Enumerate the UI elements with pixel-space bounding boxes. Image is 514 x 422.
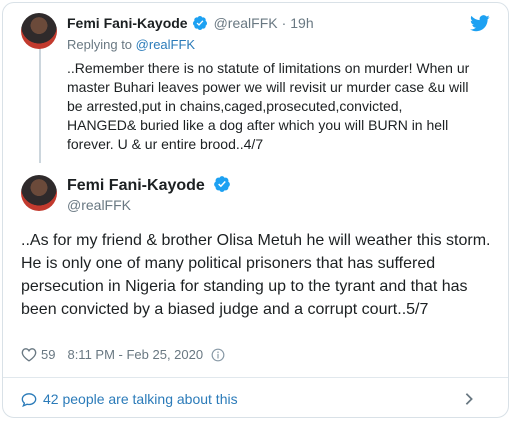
tweet-time[interactable]: 19h <box>290 15 313 31</box>
parent-tweet-text: ..Remember there is no statute of limita… <box>67 60 470 152</box>
separator-dot: · <box>281 15 287 31</box>
author-name[interactable]: Femi Fani-Kayode <box>67 15 188 31</box>
conversation-link[interactable]: 42 people are talking about this <box>21 385 508 413</box>
info-icon[interactable] <box>211 348 225 362</box>
twitter-bird-icon[interactable] <box>470 15 490 32</box>
author-handle[interactable]: @realFFK <box>67 197 131 213</box>
chevron-right-icon <box>465 393 473 405</box>
heart-icon[interactable] <box>21 347 37 362</box>
avatar[interactable] <box>21 13 57 49</box>
like-count[interactable]: 59 <box>41 347 55 362</box>
replying-to: Replying to @realFFK <box>67 37 195 52</box>
speech-bubble-icon <box>21 392 37 407</box>
thread-line <box>39 45 41 163</box>
verified-badge-icon <box>192 16 207 30</box>
tweet-text: ..As for my friend & brother Olisa Metuh… <box>21 232 491 318</box>
replying-prefix: Replying to <box>67 37 133 52</box>
parent-tweet-header: Femi Fani-Kayode @realFFK · 19h <box>67 15 492 31</box>
tweet-card: Femi Fani-Kayode @realFFK · 19h Replying… <box>2 2 509 418</box>
verified-badge-icon <box>214 176 231 192</box>
tweet-header: Femi Fani-Kayode <box>67 175 231 195</box>
replying-handle-link[interactable]: @realFFK <box>136 37 195 52</box>
author-name[interactable]: Femi Fani-Kayode <box>67 177 205 194</box>
divider <box>3 377 508 378</box>
tweet-meta: 59 8:11 PM - Feb 25, 2020 <box>21 347 225 362</box>
author-handle[interactable]: @realFFK <box>214 15 278 31</box>
tweet-timestamp[interactable]: 8:11 PM - Feb 25, 2020 <box>67 347 203 362</box>
parent-tweet[interactable]: Femi Fani-Kayode @realFFK · 19h Replying… <box>3 3 508 163</box>
conversation-label: 42 people are talking about this <box>43 391 238 407</box>
avatar[interactable] <box>21 175 57 211</box>
